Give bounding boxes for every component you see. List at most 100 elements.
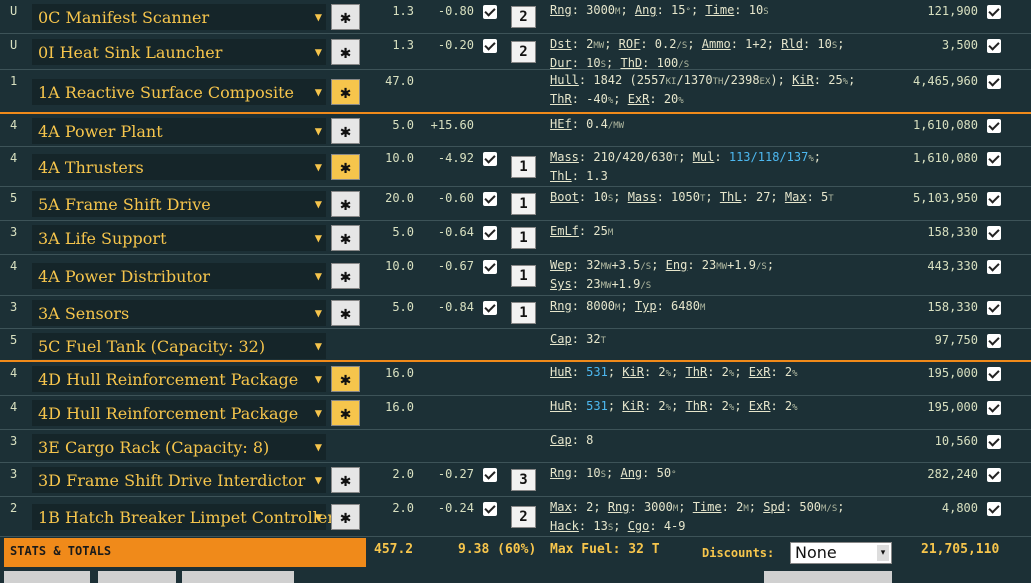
blueprint-star-button[interactable]: ✱ <box>331 504 360 530</box>
blueprint-star-button[interactable]: ✱ <box>331 118 360 144</box>
include-in-cost-checkbox[interactable] <box>987 5 1001 19</box>
dropdown-arrow-icon: ▼ <box>314 339 322 353</box>
priority-button[interactable]: 2 <box>511 41 536 63</box>
module-select[interactable]: 4D Hull Reinforcement Package ▼ <box>32 400 326 426</box>
stat-text: TH <box>712 77 724 87</box>
include-in-cost-checkbox[interactable] <box>987 435 1001 449</box>
module-cost: 4,465,960 <box>912 74 978 88</box>
blueprint-star-button[interactable]: ✱ <box>331 154 360 180</box>
power-enabled-checkbox[interactable] <box>483 468 497 482</box>
stat-text: Cap <box>550 433 572 447</box>
priority-button[interactable]: 2 <box>511 506 536 528</box>
priority-button[interactable]: 3 <box>511 469 536 491</box>
include-in-cost-checkbox[interactable] <box>987 301 1001 315</box>
module-name: 5A Frame Shift Drive <box>38 195 211 214</box>
module-select[interactable]: 3D Frame Shift Drive Interdictor ▼ <box>32 467 326 493</box>
module-select[interactable]: 5A Frame Shift Drive ▼ <box>32 191 326 217</box>
module-mass: 20.0 <box>385 191 414 205</box>
discounts-select[interactable]: None ▾ <box>790 542 892 564</box>
priority-button[interactable]: 1 <box>511 193 536 215</box>
table-row: 5 5C Fuel Tank (Capacity: 32) ▼ Cap: 32T 9… <box>0 329 1031 362</box>
include-in-cost-checkbox[interactable] <box>987 334 1001 348</box>
stat-text: : 210/420/630 <box>578 150 673 164</box>
stat-text: ; <box>613 92 628 106</box>
module-select[interactable]: 0I Heat Sink Launcher ▼ <box>32 39 326 65</box>
stat-text: ROF <box>618 37 641 51</box>
include-in-cost-checkbox[interactable] <box>987 468 1001 482</box>
stat-text: : 20 <box>649 92 679 106</box>
module-select[interactable]: 3A Life Support ▼ <box>32 225 326 251</box>
module-class: 3 <box>10 434 18 448</box>
priority-button[interactable]: 1 <box>511 156 536 178</box>
blueprint-star-button[interactable]: ✱ <box>331 225 360 251</box>
stat-text: ; <box>607 399 623 413</box>
blueprint-star-button[interactable]: ✱ <box>331 39 360 65</box>
power-enabled-checkbox[interactable] <box>483 226 497 240</box>
power-enabled-checkbox[interactable] <box>483 39 497 53</box>
include-in-cost-checkbox[interactable] <box>987 401 1001 415</box>
power-enabled-checkbox[interactable] <box>483 152 497 166</box>
module-select[interactable]: 3A Sensors ▼ <box>32 300 326 326</box>
select-stub[interactable] <box>764 571 892 583</box>
module-select[interactable]: 4A Power Distributor ▼ <box>32 263 326 289</box>
blueprint-star-button[interactable]: ✱ <box>331 467 360 493</box>
stat-text: Max <box>784 190 807 204</box>
stat-text: Rng <box>550 466 572 480</box>
module-stats: Mass: 210/420/630T; Mul: 113/118/137%; T… <box>550 149 821 185</box>
module-name: 0I Heat Sink Launcher <box>38 43 223 62</box>
table-row: 3 3D Frame Shift Drive Interdictor ▼ ✱ 2.0… <box>0 463 1031 497</box>
module-name: 1A Reactive Surface Composite <box>38 83 295 102</box>
stat-text: KiR <box>792 73 814 87</box>
stats-totals-bar: STATS & TOTALS 457.2 9.38 (60%) Max Fuel… <box>0 538 1031 583</box>
include-in-cost-checkbox[interactable] <box>987 260 1001 274</box>
power-enabled-checkbox[interactable] <box>483 5 497 19</box>
priority-button[interactable]: 1 <box>511 227 536 249</box>
stat-text: ThD <box>620 56 643 70</box>
module-select[interactable]: 0C Manifest Scanner ▼ <box>32 4 326 30</box>
blueprint-star-button[interactable]: ✱ <box>331 366 360 392</box>
discounts-label: Discounts: <box>702 546 775 560</box>
stat-text: ; <box>690 3 706 17</box>
blueprint-star-button[interactable]: ✱ <box>331 191 360 217</box>
include-in-cost-checkbox[interactable] <box>987 192 1001 206</box>
include-in-cost-checkbox[interactable] <box>987 119 1001 133</box>
module-class: 3 <box>10 467 18 481</box>
priority-button[interactable]: 1 <box>511 265 536 287</box>
module-select[interactable]: 4A Power Plant ▼ <box>32 118 326 144</box>
module-select[interactable]: 4D Hull Reinforcement Package ▼ <box>32 366 326 392</box>
tab-stub[interactable] <box>4 571 90 583</box>
priority-button[interactable]: 2 <box>511 6 536 28</box>
module-name: 3A Sensors <box>38 304 130 323</box>
module-select[interactable]: 1B Hatch Breaker Limpet Controller ▼ <box>32 504 335 530</box>
power-enabled-checkbox[interactable] <box>483 301 497 315</box>
stat-text: : <box>571 365 587 379</box>
module-select[interactable]: 4A Thrusters ▼ <box>32 154 326 180</box>
power-enabled-checkbox[interactable] <box>483 260 497 274</box>
include-in-cost-checkbox[interactable] <box>987 226 1001 240</box>
module-stats: EmLf: 25M <box>550 223 613 242</box>
power-enabled-checkbox[interactable] <box>483 502 497 516</box>
include-in-cost-checkbox[interactable] <box>987 502 1001 516</box>
tab-stub[interactable] <box>98 571 176 583</box>
blueprint-star-button[interactable]: ✱ <box>331 4 360 30</box>
module-select[interactable]: 5C Fuel Tank (Capacity: 32) ▼ <box>32 333 326 359</box>
module-stats: Hull: 1842 (2557KI/1370TH/2398EX); KiR: … <box>550 72 855 110</box>
module-select[interactable]: 1A Reactive Surface Composite ▼ <box>32 79 326 105</box>
include-in-cost-checkbox[interactable] <box>987 152 1001 166</box>
stat-text: /S <box>676 41 688 51</box>
blueprint-star-button[interactable]: ✱ <box>331 79 360 105</box>
blueprint-star-button[interactable]: ✱ <box>331 300 360 326</box>
power-enabled-checkbox[interactable] <box>483 192 497 206</box>
blueprint-star-button[interactable]: ✱ <box>331 400 360 426</box>
stats-totals-label[interactable]: STATS & TOTALS <box>4 538 366 567</box>
stat-text: : 1050 <box>656 190 700 204</box>
include-in-cost-checkbox[interactable] <box>987 39 1001 53</box>
tab-stub[interactable] <box>182 571 294 583</box>
stat-text: HuR <box>550 365 572 379</box>
priority-button[interactable]: 1 <box>511 302 536 324</box>
stat-text: : 23 <box>687 258 717 272</box>
include-in-cost-checkbox[interactable] <box>987 75 1001 89</box>
blueprint-star-button[interactable]: ✱ <box>331 263 360 289</box>
include-in-cost-checkbox[interactable] <box>987 367 1001 381</box>
module-select[interactable]: 3E Cargo Rack (Capacity: 8) ▼ <box>32 434 326 460</box>
